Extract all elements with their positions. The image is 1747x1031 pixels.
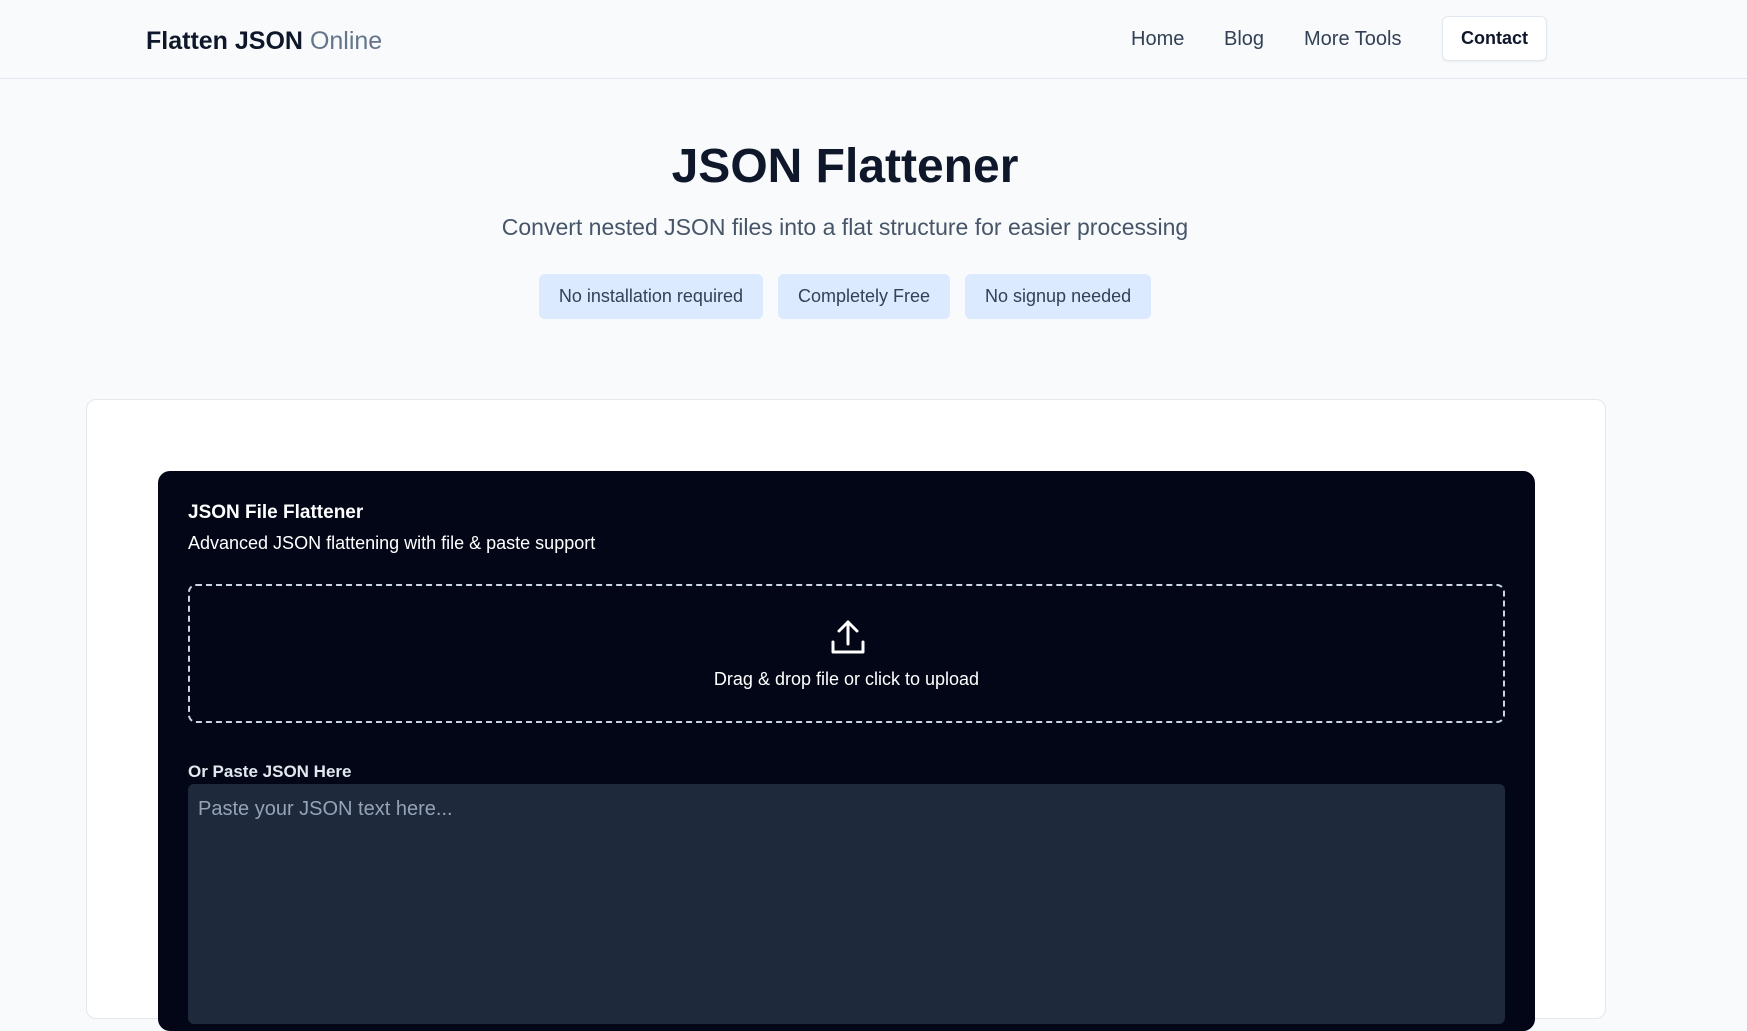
paste-json-label: Or Paste JSON Here [188,762,352,781]
dropzone-text: Drag & drop file or click to upload [713,669,980,689]
flattener-panel: JSON File Flattener Advanced JSON flatte… [158,471,1535,1031]
page-subtitle: Convert nested JSON files into a flat st… [501,214,1189,240]
tool-title: JSON File Flattener [188,502,364,523]
file-dropzone[interactable]: Drag & drop file or click to upload [188,584,1505,723]
badge-completely-free: Completely Free [777,274,951,319]
logo-bold-text: Flatten JSON [146,27,303,55]
feature-badges: No installation required Completely Free… [0,274,1690,319]
navbar: Flatten JSON Online Home Blog More Tools… [0,0,1747,79]
badge-no-signup: No signup needed [965,274,1152,319]
nav-link-blog[interactable]: Blog [1224,27,1264,51]
page-title: JSON Flattener [671,140,1019,193]
json-paste-input[interactable] [188,784,1505,1024]
tool-subtitle: Advanced JSON flattening with file & pas… [188,533,596,553]
badge-no-installation: No installation required [538,274,763,319]
logo-light-text: Online [309,27,383,55]
upload-icon [831,620,865,654]
contact-button[interactable]: Contact [1442,16,1547,61]
nav-link-more-tools[interactable]: More Tools [1304,27,1401,51]
nav-link-home[interactable]: Home [1131,27,1184,51]
site-logo[interactable]: Flatten JSON Online [146,26,382,56]
